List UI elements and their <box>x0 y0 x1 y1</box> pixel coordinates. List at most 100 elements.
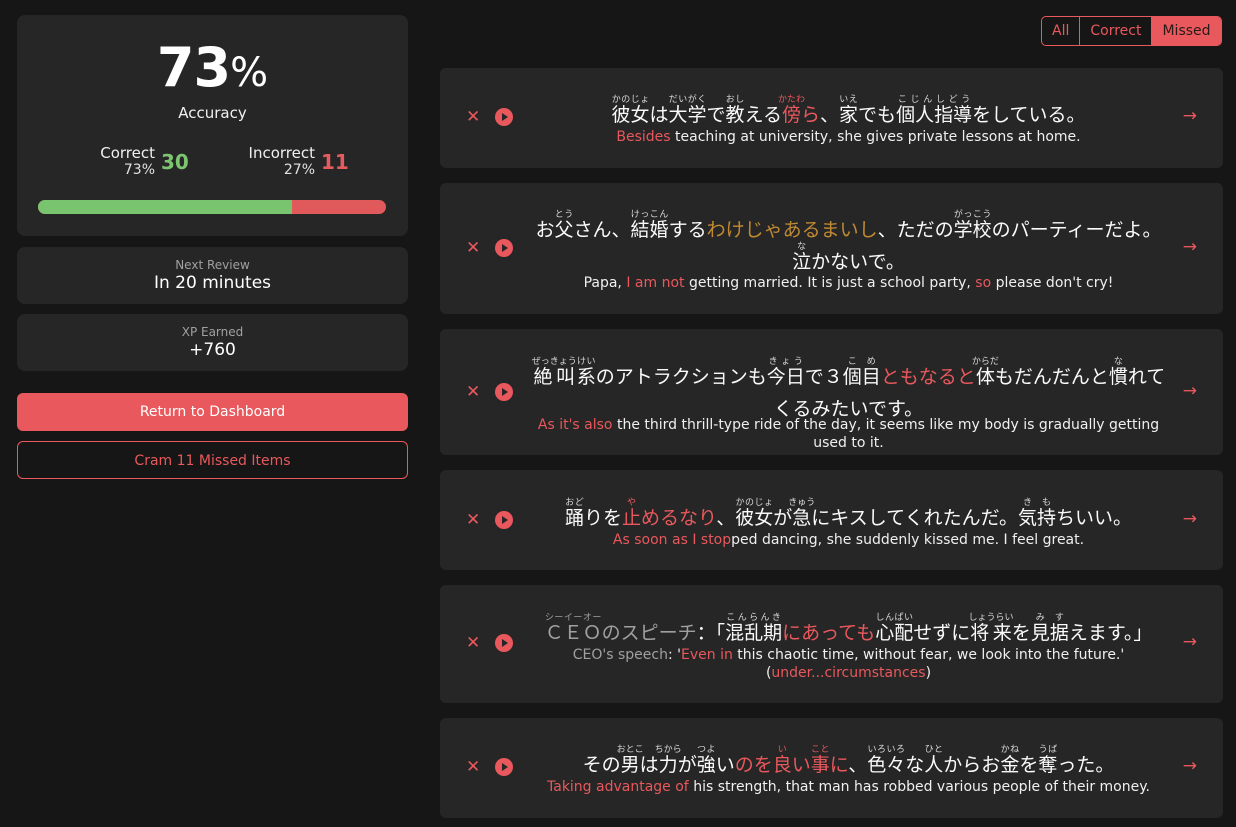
arrow-right-icon[interactable]: → <box>1183 383 1197 400</box>
sentence-text: える <box>744 104 782 126</box>
translation-text: getting married. It is just a school par… <box>684 275 976 291</box>
close-icon[interactable]: ✕ <box>466 512 480 529</box>
ruby-word: 強つよ <box>697 745 716 776</box>
play-icon[interactable] <box>495 511 513 529</box>
translation-text: As it's also <box>537 417 613 433</box>
play-icon[interactable] <box>495 383 513 401</box>
sentence-text: りを <box>583 507 622 529</box>
sentence-text: 、 <box>716 507 736 529</box>
sentence-text: ちいい。 <box>1056 507 1133 529</box>
review-card: ✕ お父とうさん、結婚けっこんするわけじゃあるまいし、ただの学校がっこうのパーテ… <box>440 183 1223 314</box>
play-icon[interactable] <box>495 108 513 126</box>
furigana: す <box>1049 613 1069 623</box>
sentence-text: さん、 <box>573 219 631 241</box>
sentence-text: ：「 <box>696 622 726 644</box>
correct-label: Correct <box>100 144 155 162</box>
ruby-word: 止や <box>621 498 641 529</box>
furigana: からだ <box>971 357 999 367</box>
accuracy-bar <box>38 200 386 214</box>
translation-text: Even in <box>681 647 733 663</box>
furigana: けっこん <box>630 210 669 220</box>
filter-correct[interactable]: Correct <box>1080 17 1153 45</box>
ruby-word: 彼女かのじょ <box>735 498 773 529</box>
kanji-base: 止 <box>621 507 641 529</box>
arrow-right-icon[interactable]: → <box>1183 239 1197 256</box>
kanji-base: 絶叫 <box>531 366 577 388</box>
english-translation: As it's also the third thrill-type ride … <box>530 416 1167 452</box>
incorrect-percent: 27% <box>283 162 315 178</box>
ruby-word: 据す <box>1050 613 1069 644</box>
furigana: な <box>1108 357 1128 367</box>
review-card: ✕ ＣＥＯシーイーオーのスピーチ：「混乱期こんらんきにあっても心配しんぱいせずに… <box>440 585 1223 703</box>
ruby-word: 色々いろいろ <box>867 745 906 776</box>
sentence-text: のパーティーだよ。 <box>991 219 1162 241</box>
sentence-text: った。 <box>1057 754 1115 776</box>
arrow-right-icon[interactable]: → <box>1183 758 1197 775</box>
ruby-word: 傍かたわ <box>778 95 805 126</box>
english-translation: CEO's speech: 'Even in this chaotic time… <box>530 646 1167 682</box>
sentence-text: からお <box>943 754 1001 776</box>
close-icon[interactable]: ✕ <box>466 240 480 257</box>
kanji-base: 良 <box>772 754 792 776</box>
furigana: こと <box>810 745 830 755</box>
kanji-base: 見 <box>1030 622 1050 644</box>
play-icon[interactable] <box>495 239 513 257</box>
kanji-base: 色々 <box>867 754 906 776</box>
filter-group: All Correct Missed <box>1041 16 1222 46</box>
correct-count: 30 <box>161 150 189 174</box>
sentence-text: ら <box>801 104 821 126</box>
ruby-word: 奪うば <box>1038 745 1057 776</box>
ruby-word: 混乱期こんらんき <box>725 613 782 644</box>
filter-all[interactable]: All <box>1042 17 1081 45</box>
correct-percent: 73% <box>123 162 155 178</box>
translation-text: Besides <box>616 129 671 145</box>
play-icon[interactable] <box>495 634 513 652</box>
ruby-word: 男おとこ <box>617 745 644 776</box>
arrow-right-icon[interactable]: → <box>1183 511 1197 528</box>
kanji-base: 金 <box>1000 754 1020 776</box>
ruby-word: 金かね <box>1000 745 1020 776</box>
play-icon[interactable] <box>495 758 513 776</box>
sentence-text: もだんだんと <box>994 366 1109 388</box>
kanji-base: 慣 <box>1108 366 1128 388</box>
sentence-text: わけじゃあるまいし <box>706 219 878 241</box>
ruby-word: 事こと <box>811 745 830 776</box>
ruby-word: 個目こめ <box>843 357 881 388</box>
arrow-right-icon[interactable]: → <box>1183 634 1197 651</box>
furigana: きゅう <box>788 498 816 508</box>
ruby-word: 良い <box>772 745 792 776</box>
furigana: シーイーオー <box>544 613 602 623</box>
incorrect-label: Incorrect <box>248 144 315 162</box>
close-icon[interactable]: ✕ <box>466 384 480 401</box>
close-icon[interactable]: ✕ <box>466 759 480 776</box>
japanese-sentence: ＣＥＯシーイーオーのスピーチ：「混乱期こんらんきにあっても心配しんぱいせずに将来… <box>530 613 1167 649</box>
close-icon[interactable]: ✕ <box>466 109 480 126</box>
return-dashboard-button[interactable]: Return to Dashboard <box>17 393 408 431</box>
translation-text: under...circumstances <box>771 665 926 681</box>
sentence-text: が <box>677 754 697 776</box>
ruby-word: 見み <box>1030 613 1050 644</box>
translation-text: ) <box>925 665 932 681</box>
cram-missed-button[interactable]: Cram 11 Missed Items <box>17 441 408 479</box>
furigana: かのじょ <box>611 95 650 105</box>
sentence-text: に <box>829 754 849 776</box>
ruby-word: 心配しんぱい <box>875 613 913 644</box>
close-icon[interactable]: ✕ <box>466 635 480 652</box>
sentence-text: せずに <box>913 622 971 644</box>
sentence-text: する <box>668 219 707 241</box>
kanji-base: 将来 <box>968 622 1014 644</box>
kanji-base: 踊 <box>564 507 584 529</box>
arrow-right-icon[interactable]: → <box>1183 108 1197 125</box>
sentence-text: 、 <box>820 104 840 126</box>
furigana: いえ <box>839 95 859 105</box>
kanji-base: 個人指導 <box>896 104 973 126</box>
kanji-base: 結婚 <box>630 219 669 241</box>
kanji-base: 系 <box>576 366 596 388</box>
xp-value: +760 <box>189 340 236 360</box>
incorrect-stat: Incorrect 27% 11 <box>247 144 349 179</box>
filter-missed[interactable]: Missed <box>1152 17 1221 45</box>
sentence-text: い <box>715 754 735 776</box>
furigana: おし <box>725 95 745 105</box>
kanji-base: 泣 <box>792 251 812 273</box>
incorrect-count: 11 <box>321 150 349 174</box>
